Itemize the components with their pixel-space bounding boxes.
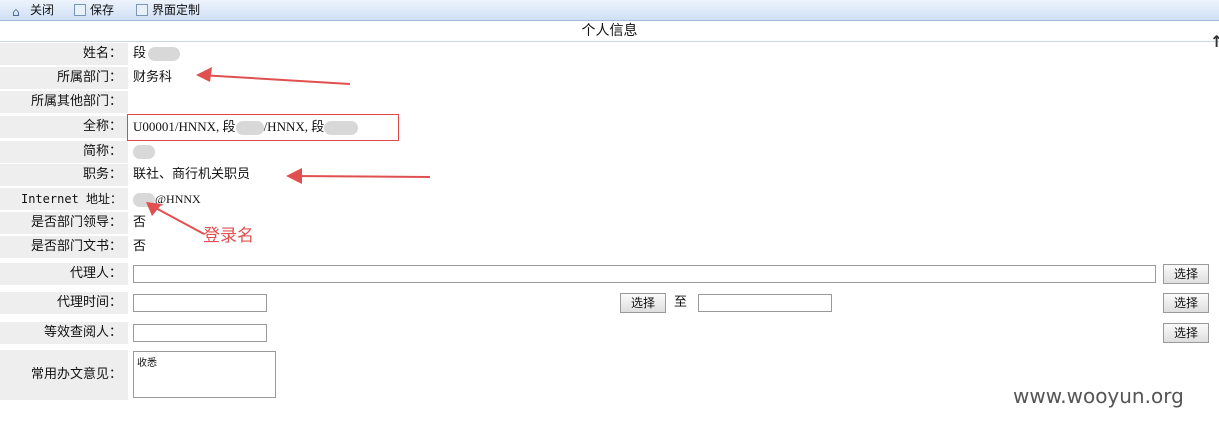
position-value: 联社、商行机关职员 [133, 167, 251, 182]
equiv-reader-label: 等效查阅人： [0, 322, 128, 344]
watermark: www.wooyun.org [1013, 384, 1184, 408]
ui-custom-button[interactable]: 界面定制 [136, 2, 200, 18]
layout-icon [136, 4, 148, 16]
save-label: 保存 [90, 3, 115, 17]
common-opinion-label: 常用办文意见： [0, 350, 128, 400]
close-label: 关闭 [30, 3, 55, 17]
equiv-reader-select-button[interactable]: 选择 [1163, 323, 1209, 343]
agent-time-end-input[interactable] [698, 294, 832, 312]
close-button[interactable]: 关闭 [12, 2, 54, 18]
agent-input[interactable] [133, 265, 1156, 283]
toolbar: 关闭 保存 界面定制 [0, 0, 1219, 21]
scroll-indicator: ↑ [1210, 32, 1219, 51]
agent-time-start-input[interactable] [133, 294, 267, 312]
dept-value: 财务科 [133, 70, 173, 85]
to-label: 至 [674, 295, 688, 310]
redaction [324, 121, 359, 136]
redaction [148, 46, 181, 61]
home-icon [12, 4, 26, 16]
equiv-reader-input[interactable] [133, 324, 267, 342]
other-dept-label: 所属其他部门： [0, 91, 128, 113]
is-secretary-label: 是否部门文书： [0, 236, 128, 258]
arrow-icon [286, 168, 431, 184]
agent-time-start-select-button[interactable]: 选择 [620, 293, 666, 313]
agent-time-label: 代理时间： [0, 292, 128, 314]
ui-custom-label: 界面定制 [152, 3, 201, 17]
agent-select-button[interactable]: 选择 [1163, 264, 1209, 284]
save-button[interactable]: 保存 [74, 2, 114, 18]
common-opinion-textarea[interactable]: 收悉 [133, 351, 276, 398]
is-leader-label: 是否部门领导： [0, 212, 128, 234]
agent-label: 代理人： [0, 263, 128, 285]
save-icon [74, 4, 86, 16]
dept-label: 所属部门： [0, 67, 128, 89]
form-title: 个人信息 [581, 23, 638, 39]
annotation-label: 登录名 [203, 226, 254, 246]
position-label: 职务： [0, 164, 128, 186]
redaction [133, 144, 155, 159]
arrow-icon [146, 202, 205, 235]
fullname-value: U00001/HNNX, 段/HNNX, 段 [133, 116, 359, 138]
divider [0, 41, 1219, 42]
arrow-icon [196, 67, 360, 85]
short-label: 简称： [0, 141, 128, 163]
redaction [235, 121, 264, 136]
fullname-label: 全称： [0, 116, 128, 138]
internet-label: Internet 地址： [0, 188, 128, 210]
name-value: 段 [133, 43, 181, 65]
agent-time-end-select-button[interactable]: 选择 [1163, 293, 1209, 313]
short-value [133, 141, 155, 163]
name-label: 姓名： [0, 43, 128, 65]
